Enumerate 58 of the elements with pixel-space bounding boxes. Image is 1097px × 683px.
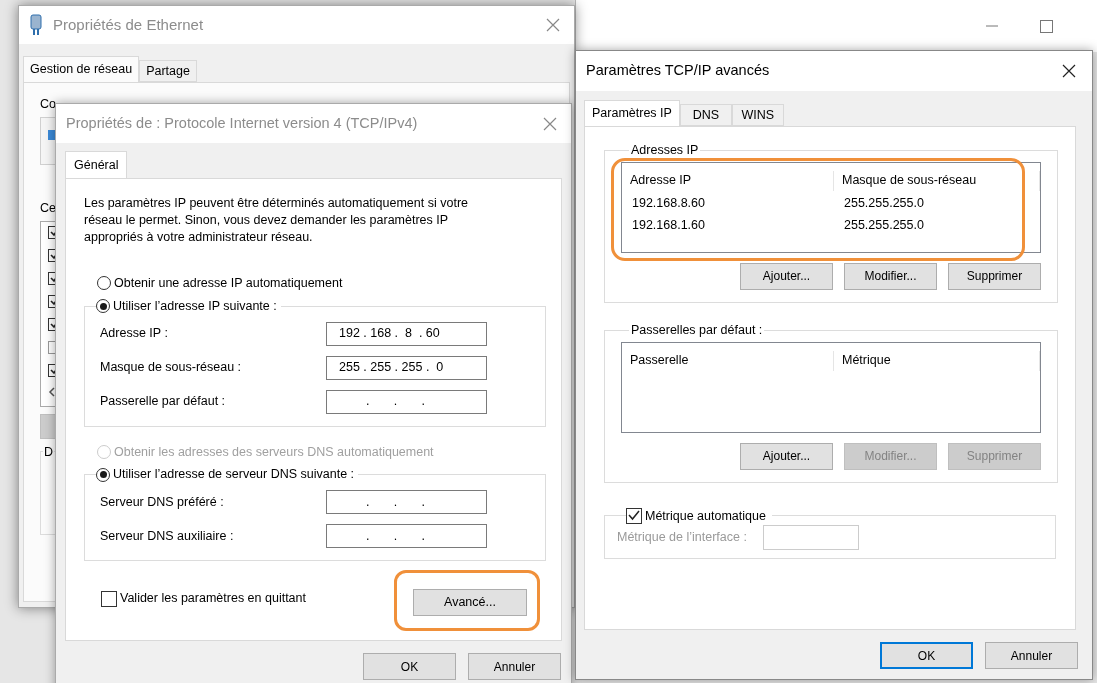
window-title: Propriétés de Ethernet: [53, 14, 205, 35]
radio-label: Obtenir une adresse IP automatiquement: [114, 275, 343, 292]
radio-label: Utiliser l’adresse de serveur DNS suivante :: [113, 466, 355, 484]
radio-label: Obtenir les adresses des serveurs DNS automatiquement: [114, 443, 434, 461]
ethernet-cable-icon: [29, 14, 43, 36]
list-action-button[interactable]: Ajouter...: [740, 442, 833, 470]
advanced-button[interactable]: Avancé...: [413, 589, 527, 616]
column-header[interactable]: Métrique: [834, 350, 1040, 371]
ip-address-field[interactable]: 255 . 255 . 255 . 0: [326, 355, 487, 380]
dialog-title: Propriétés de : Protocole Internet version 4 (TCP/IPv4): [66, 113, 419, 133]
list-action-button[interactable]: Ajouter...: [740, 262, 833, 290]
table-cell-text: 192.168.1.60: [631, 216, 706, 234]
scroll-left-icon[interactable]: [48, 386, 56, 397]
field-label: Serveur DNS préféré :: [100, 493, 224, 511]
table-cell-text: 192.168.8.60: [631, 194, 706, 212]
checkbox[interactable]: [101, 590, 117, 607]
column-header[interactable]: Passerelle: [622, 350, 834, 371]
table-cell-text: 255.255.255.0: [843, 216, 925, 234]
input-field[interactable]: [762, 525, 859, 551]
ok-button[interactable]: OK: [363, 653, 456, 680]
column-header[interactable]: Adresse IP: [622, 170, 834, 191]
group-label: Adresses IP: [630, 142, 700, 159]
ip-address-field[interactable]: . . .: [326, 490, 487, 514]
tab[interactable]: Partage: [139, 60, 197, 82]
tab[interactable]: Général: [65, 151, 128, 178]
ok-button[interactable]: OK: [880, 642, 973, 669]
table-cell-text: 255.255.255.0: [843, 194, 925, 212]
column-header[interactable]: Masque de sous-réseau: [834, 170, 1040, 191]
tab[interactable]: Gestion de réseau: [23, 56, 140, 82]
radio-label: Utiliser l’adresse IP suivante :: [113, 297, 277, 315]
field-label: Serveur DNS auxiliaire :: [100, 527, 234, 545]
close-icon[interactable]: [1062, 64, 1076, 78]
dialog-title: Paramètres TCP/IP avancés: [586, 61, 771, 81]
group-label: Passerelles par défaut :: [630, 321, 764, 339]
field-label: Métrique de l’interface :: [617, 529, 747, 547]
checkbox[interactable]: [626, 507, 642, 524]
tab[interactable]: WINS: [731, 104, 784, 126]
cancel-button[interactable]: Annuler: [985, 642, 1078, 669]
checkbox-label: Valider les paramètres en quittant: [120, 590, 307, 608]
radio-button[interactable]: [97, 276, 111, 291]
list-action-button[interactable]: Modifier...: [844, 262, 937, 290]
tab[interactable]: Paramètres IP: [584, 100, 680, 126]
maximize-icon[interactable]: [1040, 19, 1053, 33]
cancel-button[interactable]: Annuler: [468, 653, 561, 680]
radio-button[interactable]: [96, 299, 110, 314]
radio-button[interactable]: [96, 467, 110, 482]
tab[interactable]: DNS: [679, 104, 732, 126]
field-label: Adresse IP :: [100, 325, 168, 343]
checkbox-label: Métrique automatique: [645, 507, 766, 525]
field-label: Passerelle par défaut :: [100, 393, 226, 411]
ip-address-field[interactable]: . . .: [326, 524, 487, 548]
list-action-button[interactable]: Supprimer: [948, 262, 1041, 290]
section-label: Ce: [40, 199, 56, 217]
ip-address-field[interactable]: . . .: [326, 389, 487, 414]
intro-text: Les paramètres IP peuvent être déterminés automatiquement si votre réseau le permet. Sinon, vous devez demander les paramètres IP appropriés à votre administrateur réseau.: [84, 195, 469, 246]
ip-address-field[interactable]: 192 . 168 . 8 . 60: [326, 321, 487, 346]
section-label: Co: [40, 96, 56, 113]
field-label: Masque de sous-réseau :: [100, 359, 242, 377]
